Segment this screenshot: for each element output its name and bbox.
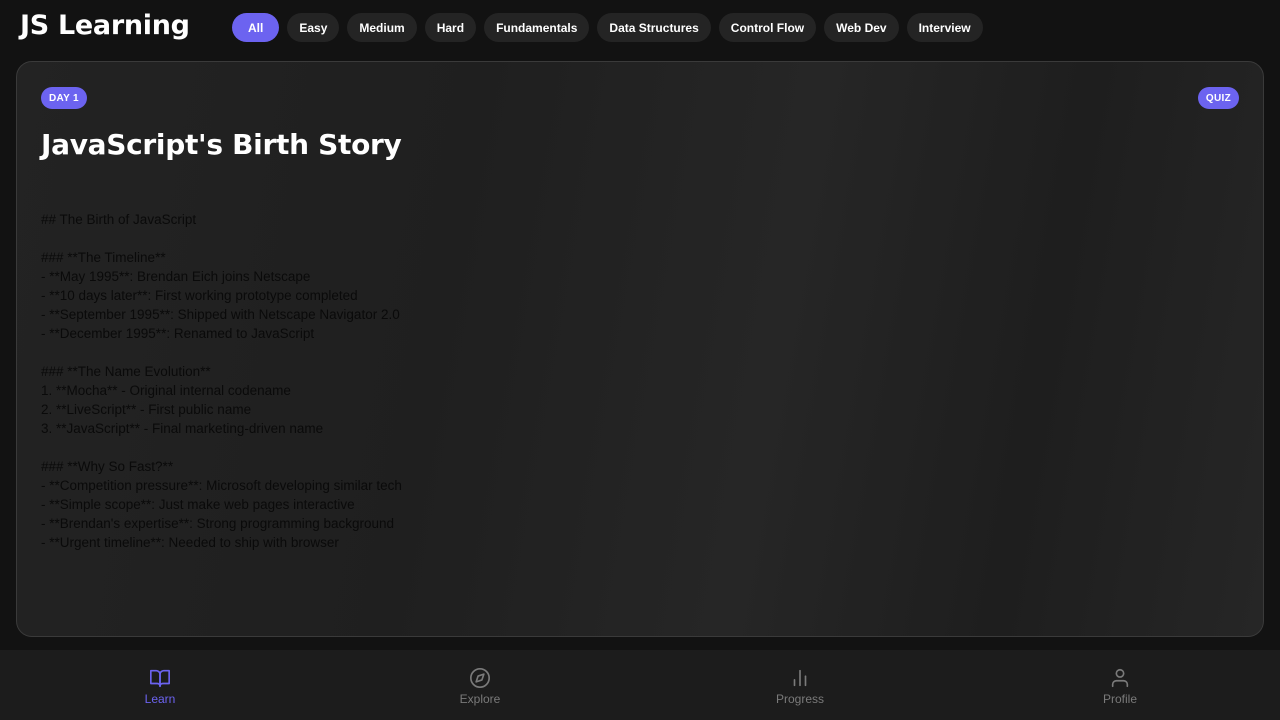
lesson-card[interactable]: DAY 1 QUIZ JavaScript's Birth Story ## T… — [16, 61, 1264, 637]
content-line: - **Brendan's expertise**: Strong progra… — [41, 516, 395, 531]
content-line: - **September 1995**: Shipped with Netsc… — [41, 307, 400, 322]
nav-label-profile: Profile — [1102, 691, 1137, 706]
app-title: JS Learning — [20, 10, 190, 41]
filter-chip-web-dev[interactable]: Web Dev — [824, 13, 899, 42]
content-line — [41, 229, 402, 248]
day-badge: DAY 1 — [41, 87, 87, 109]
content-line: - **Competition pressure**: Microsoft de… — [41, 478, 402, 493]
quiz-badge: QUIZ — [1197, 87, 1239, 109]
filter-chip-hard[interactable]: Hard — [424, 13, 477, 42]
content-line — [41, 438, 402, 457]
filter-chip-medium[interactable]: Medium — [347, 13, 417, 42]
nav-item-profile[interactable]: Profile — [960, 650, 1280, 720]
filter-chip-easy[interactable]: Easy — [287, 13, 340, 42]
content-line: - **10 days later**: First working proto… — [41, 288, 358, 303]
filter-chip-all[interactable]: All — [232, 13, 280, 42]
content-line: - **December 1995**: Renamed to JavaScri… — [41, 326, 315, 341]
content-line: - **Urgent timeline**: Needed to ship wi… — [41, 535, 339, 550]
content-line: 1. **Mocha** - Original internal codenam… — [41, 383, 291, 398]
nav-item-learn[interactable]: Learn — [0, 650, 320, 720]
lesson-content: ## The Birth of JavaScript ### **The Tim… — [41, 210, 402, 552]
filter-chip-fundamentals[interactable]: Fundamentals — [484, 13, 590, 42]
user-icon — [1111, 668, 1129, 687]
nav-label-learn: Learn — [144, 691, 176, 706]
nav-item-explore[interactable]: Explore — [320, 650, 640, 720]
bottom-nav: Learn Explore Progress Profile — [0, 650, 1280, 720]
filter-chip-interview[interactable]: Interview — [906, 13, 983, 42]
book-icon — [150, 669, 170, 687]
compass-icon — [470, 667, 490, 688]
filter-chip-control-flow[interactable]: Control Flow — [718, 13, 817, 42]
nav-label-progress: Progress — [775, 691, 825, 706]
filter-chip-data-structures[interactable]: Data Structures — [597, 13, 711, 42]
content-line: 2. **LiveScript** - First public name — [41, 402, 252, 417]
content-line: - **Simple scope**: Just make web pages … — [41, 497, 355, 512]
lesson-title: JavaScript's Birth Story — [41, 128, 402, 161]
content-line: ### **The Name Evolution** — [41, 364, 211, 379]
content-line: ### **The Timeline** — [41, 250, 166, 265]
filter-chips: All Easy Medium Hard Fundamentals Data S… — [232, 13, 983, 42]
content-line — [41, 343, 402, 362]
content-line: ## The Birth of JavaScript — [41, 212, 197, 227]
top-bar: JS Learning All Easy Medium Hard Fundame… — [0, 0, 1280, 56]
content-line: 3. **JavaScript** - Final marketing-driv… — [41, 421, 324, 436]
content-line: ### **Why So Fast?** — [41, 459, 174, 474]
content-line: - **May 1995**: Brendan Eich joins Netsc… — [41, 269, 311, 284]
nav-label-explore: Explore — [459, 691, 501, 706]
bar-chart-icon — [793, 669, 807, 686]
nav-item-progress[interactable]: Progress — [640, 650, 960, 720]
